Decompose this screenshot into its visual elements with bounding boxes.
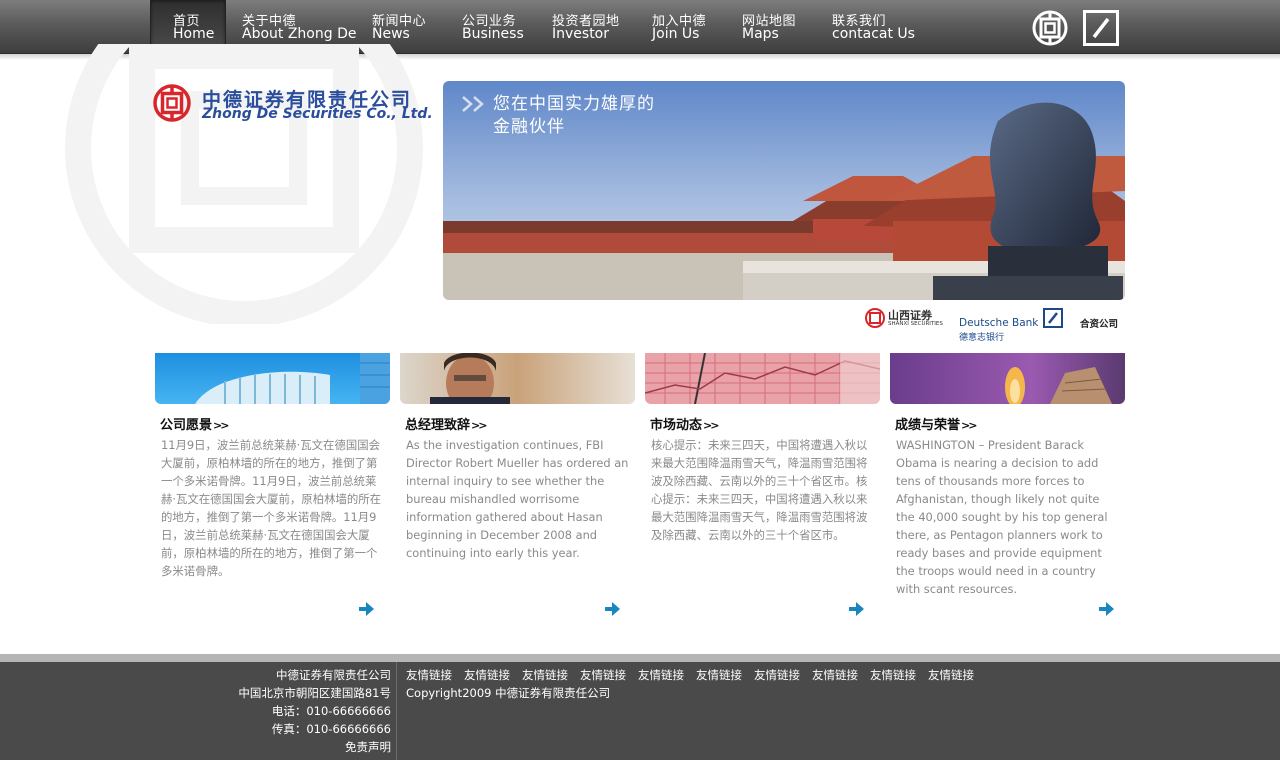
column-gm-message: 总经理致辞>> As the investigation continues, … (400, 353, 635, 623)
nav-item-en-label: Home (173, 26, 215, 42)
column-title-text: 市场动态 (650, 418, 703, 433)
nav-item-maps[interactable]: 网站地图 Maps (742, 0, 812, 50)
friendly-link[interactable]: 友情链接 (522, 668, 568, 682)
copyright-text: Copyright2009 中德证券有限责任公司 (406, 686, 611, 700)
nav-item-en-label: About Zhong De (242, 26, 357, 42)
nav-item-business[interactable]: 公司业务 Business (462, 0, 532, 50)
friendly-link[interactable]: 友情链接 (696, 668, 742, 682)
double-chevron-icon: >> (471, 419, 488, 432)
banner-slogan: 您在中国实力雄厚的 金融伙伴 (493, 93, 655, 139)
column-body: 核心提示：未来三四天，中国将遭遇入秋以来最大范围降温雨雪天气，降温雨雪范围将波及… (651, 438, 868, 542)
read-more-arrow-icon[interactable] (846, 599, 866, 619)
footer-address: 中国北京市朝阳区建国路81号 (238, 686, 391, 700)
deutsche-bank-zh: 德意志银行 (959, 333, 1005, 343)
footer-divider-band (0, 654, 1280, 662)
friendly-link[interactable]: 友情链接 (406, 668, 452, 682)
nav-item-en-label: Maps (742, 26, 779, 42)
read-more-arrow-icon[interactable] (1096, 599, 1116, 619)
footer-contact-info: 中德证券有限责任公司 中国北京市朝阳区建国路81号 电话：010-6666666… (200, 666, 391, 756)
column-achievements: 成绩与荣誉>> WASHINGTON – President Barack Ob… (890, 353, 1125, 623)
double-chevron-icon: >> (703, 419, 720, 432)
zhongde-logo-icon (153, 84, 191, 122)
joint-venture-label: 合资公司 (1080, 319, 1119, 330)
column-title-text: 成绩与荣誉 (895, 418, 961, 433)
footer-fax: 传真：010-66666666 (271, 722, 391, 736)
footer-separator (396, 662, 397, 760)
column-body: 11月9日，波兰前总统莱赫·瓦文在德国国会大厦前，原柏林墙的所在的地方，推倒了第… (161, 438, 382, 578)
logo-english-name: Zhong De Securities Co., Ltd. (202, 106, 433, 122)
column-body: WASHINGTON – President Barack Obama is n… (896, 438, 1108, 596)
column-title[interactable]: 成绩与荣誉>> (895, 414, 978, 433)
column-title-text: 总经理致辞 (405, 418, 471, 433)
read-more-arrow-icon[interactable] (602, 599, 622, 619)
nav-item-en-label: contacat Us (832, 26, 915, 42)
nav-item-news[interactable]: 新闻中心 News (372, 0, 442, 50)
nav-item-investor[interactable]: 投资者园地 Investor (552, 0, 632, 50)
column-title[interactable]: 公司愿景>> (160, 414, 230, 433)
zhongde-emblem-icon[interactable] (1032, 10, 1068, 46)
column-thumbnail (890, 353, 1125, 404)
friendly-link[interactable]: 友情链接 (754, 668, 800, 682)
friendly-link[interactable]: 友情链接 (870, 668, 916, 682)
nav-item-home[interactable]: 首页 Home (150, 0, 226, 50)
footer: 中德证券有限责任公司 中国北京市朝阳区建国路81号 电话：010-6666666… (0, 662, 1280, 760)
column-company-vision: 公司愿景>> 11月9日，波兰前总统莱赫·瓦文在德国国会大厦前，原柏林墙的所在的… (155, 353, 390, 623)
footer-disclaimer-link[interactable]: 免责声明 (200, 738, 391, 756)
banner-chevrons-icon (462, 96, 484, 112)
column-body: As the investigation continues, FBI Dire… (406, 438, 629, 560)
friendly-link[interactable]: 友情链接 (580, 668, 626, 682)
read-more-arrow-icon[interactable] (356, 599, 376, 619)
deutsche-bank-icon[interactable] (1083, 10, 1119, 46)
column-title[interactable]: 市场动态>> (650, 414, 720, 433)
shanxi-securities-icon (865, 308, 885, 328)
column-market-news: 市场动态>> 核心提示：未来三四天，中国将遭遇入秋以来最大范围降温雨雪天气，降温… (645, 353, 880, 623)
hero-banner: 您在中国实力雄厚的 金融伙伴 (443, 81, 1125, 300)
nav-item-en-label: Investor (552, 26, 610, 42)
deutsche-bank-name: Deutsche Bank (959, 317, 1039, 329)
nav-item-en-label: Business (462, 26, 524, 42)
column-title[interactable]: 总经理致辞>> (405, 414, 488, 433)
double-chevron-icon: >> (213, 419, 230, 432)
column-thumbnail (400, 353, 635, 404)
nav-item-about[interactable]: 关于中德 About Zhong De (242, 0, 356, 50)
banner-slogan-line1: 您在中国实力雄厚的 (493, 94, 655, 114)
footer-phone: 电话：010-66666666 (271, 704, 391, 718)
nav-item-en-label: News (372, 26, 410, 42)
partner-strip: 山西证券 SHANXI SECURITIES Deutsche Bank 德意志… (860, 305, 1125, 343)
deutsche-bank-logo-icon (1043, 308, 1063, 328)
shanxi-securities-en: SHANXI SECURITIES (888, 321, 943, 327)
banner-slogan-line2: 金融伙伴 (493, 117, 565, 137)
friendly-link[interactable]: 友情链接 (928, 668, 974, 682)
nav-item-join-us[interactable]: 加入中德 Join Us (652, 0, 722, 50)
column-title-text: 公司愿景 (160, 418, 213, 433)
friendly-link[interactable]: 友情链接 (464, 668, 510, 682)
footer-company-name: 中德证券有限责任公司 (276, 668, 391, 682)
nav-item-en-label: Join Us (652, 26, 700, 42)
column-thumbnail (155, 353, 390, 404)
double-chevron-icon: >> (961, 419, 978, 432)
column-thumbnail (645, 353, 880, 404)
friendly-link[interactable]: 友情链接 (638, 668, 684, 682)
company-logo[interactable]: 中德证券有限责任公司 Zhong De Securities Co., Ltd. (152, 82, 433, 126)
nav-item-contact[interactable]: 联系我们 contacat Us (832, 0, 922, 50)
friendly-links: 友情链接 友情链接 友情链接 友情链接 友情链接 友情链接 友情链接 友情链接 友情链接 友情链接 (406, 666, 986, 684)
friendly-link[interactable]: 友情链接 (812, 668, 858, 682)
